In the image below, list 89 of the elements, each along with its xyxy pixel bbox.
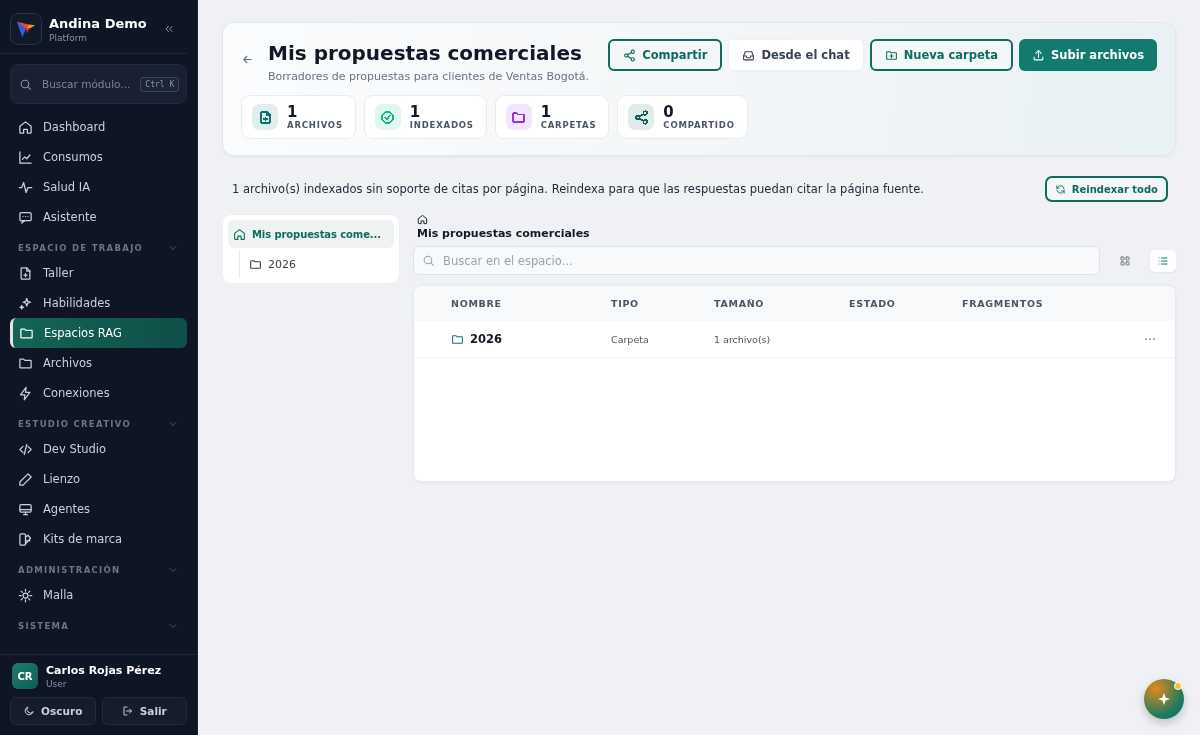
sun-icon <box>18 587 33 603</box>
share-button[interactable]: Compartir <box>608 39 723 71</box>
nav-item[interactable]: Habilidades <box>10 288 187 318</box>
inbox-icon <box>742 48 756 62</box>
table-cell-text: 1 archivo(s) <box>714 333 772 345</box>
column-header: ESTADO <box>849 298 897 309</box>
brand-name: Andina Demo <box>49 15 148 31</box>
column-header: NOMBRE <box>451 298 503 309</box>
folder-icon <box>451 332 464 346</box>
user-avatar: CR <box>12 663 38 689</box>
nav-item[interactable]: Archivos <box>10 348 187 378</box>
stat-label: ARCHIVOS <box>287 120 343 130</box>
nav-item[interactable]: Salud IA <box>10 172 187 202</box>
collapse-button[interactable] <box>163 23 175 35</box>
lightning-icon <box>18 385 33 401</box>
refresh-icon <box>1054 183 1066 195</box>
new-folder-button[interactable]: Nueva carpeta <box>869 39 1014 71</box>
code-icon <box>18 441 33 457</box>
home-icon <box>233 227 246 241</box>
column-header: TAMAÑO <box>714 298 766 309</box>
section-title: ESTUDIO CREATIVO <box>18 419 131 429</box>
search-icon <box>422 254 435 267</box>
pulse-icon <box>18 179 33 195</box>
table-row[interactable]: 2026 Carpeta 1 archivo(s) <box>414 321 1175 358</box>
chart-icon <box>18 149 33 165</box>
stat-label: CARPETAS <box>540 120 597 130</box>
share-icon <box>623 48 637 62</box>
nav-item[interactable]: Asistente <box>10 202 187 232</box>
chat-icon <box>18 209 33 225</box>
stat-value: 0 <box>663 104 675 120</box>
tree-item[interactable]: 2026 <box>244 250 394 278</box>
nav-item[interactable]: Conexiones <box>10 378 187 408</box>
theme-button[interactable]: Oscuro <box>10 697 96 725</box>
grid-icon <box>1119 254 1131 267</box>
home-icon <box>18 119 33 135</box>
tree-item[interactable]: Mis propuestas come... <box>228 220 394 248</box>
table-cell-text: Carpeta <box>611 333 650 345</box>
section-title: ADMINISTRACIÓN <box>18 565 121 575</box>
folder-icon <box>249 257 262 271</box>
back-icon <box>241 53 254 66</box>
nav-item[interactable]: Consumos <box>10 142 187 172</box>
brand-subtitle: Platform <box>49 32 88 43</box>
search-field[interactable]: Buscar módulo... Ctrl K <box>10 64 187 104</box>
nav-item[interactable]: Dashboard <box>10 112 187 142</box>
from-chat-button[interactable]: Desde el chat <box>728 39 864 71</box>
nav-item[interactable]: Malla <box>10 580 187 610</box>
folder-icon <box>19 325 34 341</box>
nav-item[interactable]: Taller <box>10 258 187 288</box>
logout-button[interactable]: Salir <box>101 697 187 725</box>
upload-button[interactable]: Subir archivos <box>1019 39 1157 71</box>
back-button[interactable] <box>241 53 254 66</box>
page-title: Mis propuestas comerciales <box>268 41 583 65</box>
assistant-button[interactable] <box>1144 679 1184 719</box>
bird-logo <box>10 13 42 45</box>
nav-item[interactable]: Espacios RAG <box>10 318 187 348</box>
page-subtitle: Borradores de propuestas para clientes de Ventas Bogotá. <box>268 70 590 83</box>
reindex-button[interactable]: Reindexar todo <box>1044 176 1168 202</box>
logout-icon <box>121 705 134 717</box>
notice-text: 1 archivo(s) indexados sin soporte de citas por página. Reindexa para que las respuestas puedan citar la página fuente. <box>232 182 924 196</box>
folder-plus-icon <box>884 48 898 62</box>
user-name: Carlos Rojas Pérez <box>46 663 162 677</box>
column-header: TIPO <box>611 298 640 309</box>
moon-icon <box>23 705 36 717</box>
stat-label: INDEXADOS <box>409 120 474 130</box>
collapse-icon <box>163 23 175 35</box>
breadcrumb: Mis propuestas comerciales <box>417 227 591 240</box>
monitor-icon <box>18 501 33 517</box>
stat-value: 1 <box>540 104 553 120</box>
file-name: 2026 <box>470 332 502 346</box>
pencil-icon <box>18 471 33 487</box>
section-title: ESPACIO DE TRABAJO <box>18 243 144 253</box>
palette-icon <box>18 531 33 547</box>
upload-icon <box>1032 48 1046 62</box>
section-title: SISTEMA <box>18 621 70 631</box>
search-icon <box>19 77 32 91</box>
file-icon <box>18 265 33 281</box>
stat-label: COMPARTIDO <box>663 120 735 130</box>
folder-icon <box>18 355 33 371</box>
nav-item[interactable]: Lienzo <box>10 464 187 494</box>
column-header: FRAGMENTOS <box>962 298 1045 309</box>
stat-value: 1 <box>409 104 422 120</box>
stat-value: 1 <box>287 104 299 120</box>
nav-item[interactable]: Kits de marca <box>10 524 187 554</box>
nav-item[interactable]: Agentes <box>10 494 187 524</box>
nav-item[interactable]: Dev Studio <box>10 434 187 464</box>
shortcut-hint: Ctrl K <box>140 76 180 92</box>
sparkles-icon <box>18 295 33 311</box>
home-icon <box>417 214 428 225</box>
user-role: User <box>46 678 68 689</box>
